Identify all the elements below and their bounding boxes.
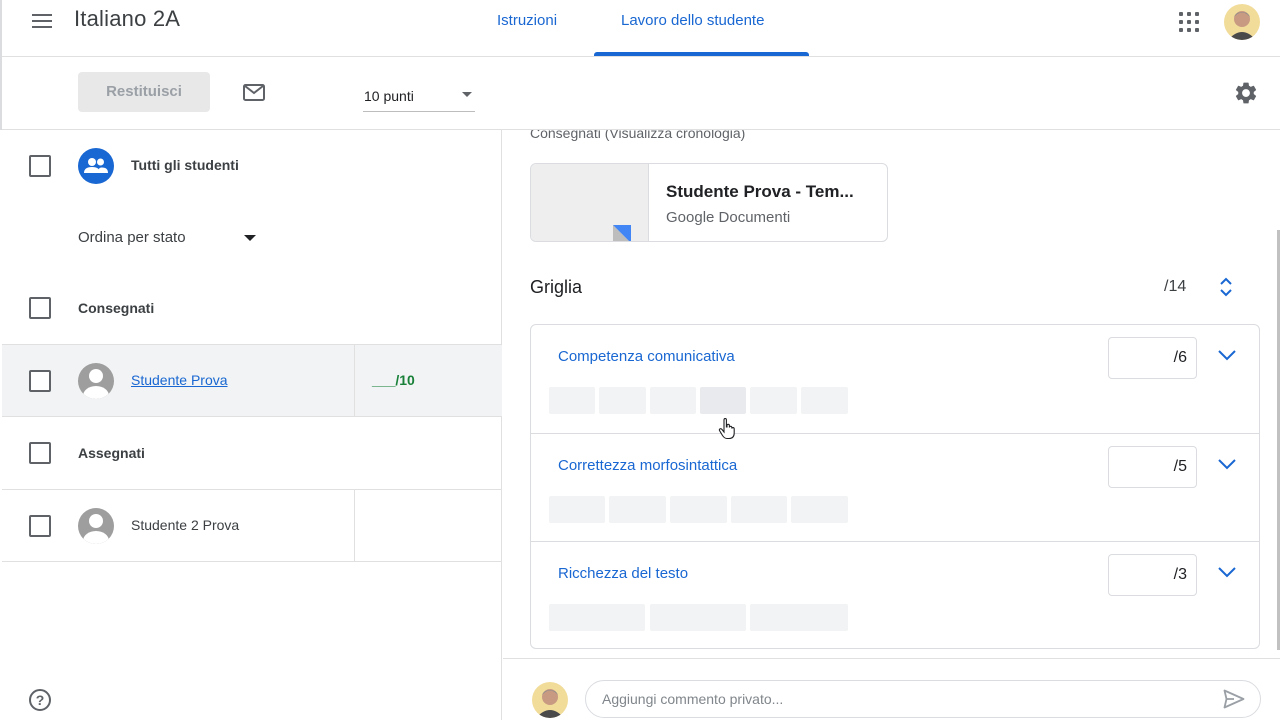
rubric-level[interactable] (549, 604, 645, 631)
rubric-level[interactable] (700, 387, 746, 414)
student-grade[interactable]: ___/10 (372, 372, 415, 388)
unfold-icon[interactable] (1218, 276, 1234, 303)
criterion-max-score: /3 (1173, 566, 1187, 583)
top-header: Italiano 2A Istruzioni Lavoro dello stud… (0, 0, 1280, 57)
tab-student-work[interactable]: Lavoro dello studente (621, 12, 764, 29)
row-divider (354, 490, 355, 561)
row-divider (354, 345, 355, 416)
chevron-down-icon (462, 92, 472, 97)
rubric-box: Competenza comunicativa /6 Correttezza m… (530, 324, 1260, 649)
chevron-down-icon[interactable] (1217, 565, 1237, 583)
criterion-score-field[interactable]: /6 (1108, 337, 1197, 379)
criterion-max-score: /5 (1173, 458, 1187, 475)
person-avatar-icon (78, 508, 114, 544)
rubric-level[interactable] (801, 387, 848, 414)
private-comment-input[interactable] (585, 680, 1261, 718)
section-label-assigned: Assegnati (78, 445, 145, 461)
points-select[interactable]: 10 punti (363, 80, 475, 112)
attachment-title: Studente Prova - Tem... (666, 182, 854, 201)
rubric-level[interactable] (549, 496, 605, 523)
help-icon[interactable]: ? (29, 689, 51, 711)
private-comment-bar (503, 658, 1280, 720)
document-thumbnail (531, 164, 649, 241)
criterion-score-field[interactable]: /3 (1108, 554, 1197, 596)
rubric-level[interactable] (731, 496, 787, 523)
criterion-title[interactable]: Correttezza morfosintattica (558, 457, 737, 474)
points-value: 10 punti (364, 88, 414, 104)
docs-icon (613, 225, 631, 241)
gear-icon[interactable] (1233, 80, 1259, 111)
submitted-section-checkbox[interactable] (29, 297, 51, 319)
chevron-down-icon[interactable] (1217, 348, 1237, 366)
rubric-level[interactable] (650, 604, 746, 631)
group-icon (78, 148, 114, 184)
class-title: Italiano 2A (74, 6, 181, 31)
account-avatar[interactable] (1224, 4, 1260, 40)
chevron-down-icon[interactable] (244, 235, 256, 241)
student-checkbox[interactable] (29, 515, 51, 537)
rubric-total: /14 (1164, 278, 1187, 295)
send-icon[interactable] (1223, 689, 1245, 714)
section-label-submitted: Consegnati (78, 300, 155, 316)
submission-panel: Consegnati (Visualizza cronologia) Stude… (503, 130, 1280, 720)
return-button[interactable]: Restituisci (78, 72, 210, 112)
all-students-label[interactable]: Tutti gli studenti (131, 157, 239, 173)
tab-instructions[interactable]: Istruzioni (497, 12, 557, 29)
criterion-score-field[interactable]: /5 (1108, 446, 1197, 488)
rubric-level[interactable] (549, 387, 595, 414)
criterion-title[interactable]: Ricchezza del testo (558, 565, 688, 582)
student-row[interactable]: Studente 2 Prova (2, 489, 502, 562)
avatar (532, 682, 568, 718)
hand-cursor-icon (718, 417, 736, 445)
student-name[interactable]: Studente 2 Prova (131, 517, 239, 533)
student-checkbox[interactable] (29, 370, 51, 392)
rubric-level[interactable] (750, 387, 797, 414)
rubric-title: Griglia (530, 277, 583, 297)
rubric-criterion: Competenza comunicativa /6 (531, 325, 1259, 433)
select-all-checkbox[interactable] (29, 155, 51, 177)
student-list-panel: Tutti gli studenti Ordina per stato Cons… (0, 130, 502, 720)
attachment-card[interactable]: Studente Prova - Tem... Google Documenti (530, 163, 888, 242)
person-avatar-icon (78, 363, 114, 399)
apps-grid-icon[interactable] (1178, 11, 1200, 33)
assigned-section-checkbox[interactable] (29, 442, 51, 464)
student-row[interactable]: Studente Prova ___/10 (2, 344, 502, 417)
rubric-level[interactable] (599, 387, 646, 414)
attachment-type: Google Documenti (666, 209, 791, 226)
grading-toolbar: Restituisci 10 punti (0, 58, 1280, 130)
active-tab-indicator (594, 52, 809, 56)
rubric-criterion: Correttezza morfosintattica /5 (531, 433, 1259, 541)
criterion-title[interactable]: Competenza comunicativa (558, 348, 735, 365)
rubric-level[interactable] (670, 496, 727, 523)
criterion-max-score: /6 (1173, 349, 1187, 366)
chevron-down-icon[interactable] (1217, 457, 1237, 475)
rubric-criterion: Ricchezza del testo /3 (531, 541, 1259, 649)
hamburger-menu-icon[interactable] (26, 8, 58, 34)
sort-select[interactable]: Ordina per stato (78, 229, 186, 246)
rubric-level[interactable] (609, 496, 666, 523)
rubric-level[interactable] (750, 604, 848, 631)
student-name[interactable]: Studente Prova (131, 372, 228, 388)
rubric-level[interactable] (650, 387, 696, 414)
submission-history-link[interactable]: Consegnati (Visualizza cronologia) (530, 130, 745, 141)
rubric-level[interactable] (791, 496, 848, 523)
mail-icon[interactable] (243, 84, 265, 106)
